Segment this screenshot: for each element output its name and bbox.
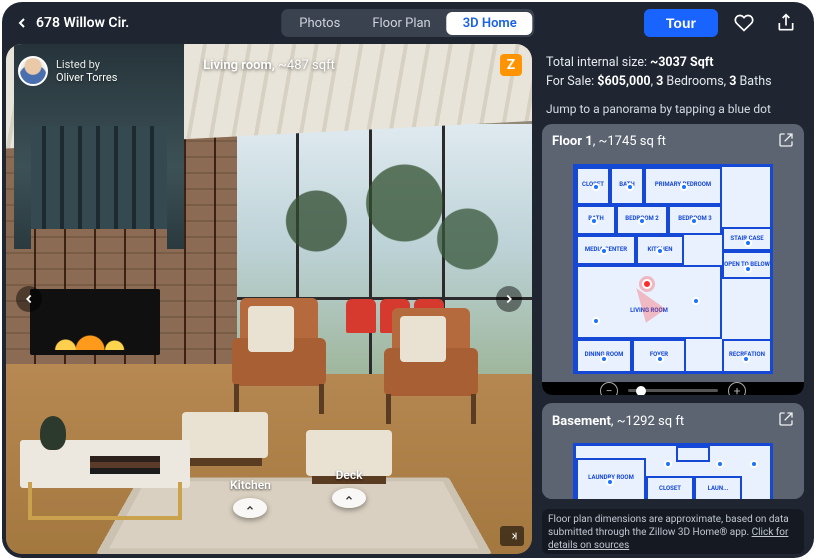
- tab-photos[interactable]: Photos: [283, 12, 356, 35]
- pano-dot[interactable]: [664, 460, 672, 468]
- top-bar: 678 Willow Cir. Photos Floor Plan 3D Hom…: [2, 2, 814, 44]
- chevron-left-icon: [14, 15, 30, 31]
- chevron-left-icon: [22, 292, 36, 306]
- heart-icon: [734, 13, 754, 33]
- tour-button[interactable]: Tour: [644, 9, 718, 37]
- pano-dot[interactable]: [600, 355, 608, 363]
- pano-dot[interactable]: [692, 297, 700, 305]
- zoom-track[interactable]: [628, 389, 718, 392]
- side-panel: Total internal size: ~3037 Sqft For Sale…: [538, 44, 810, 554]
- listed-by-label: Listed by: [56, 58, 117, 71]
- jump-hint: Jump to a panorama by tapping a blue dot: [538, 94, 808, 124]
- floor-area: ~1292 sq ft: [617, 414, 684, 429]
- hotspot-label: Deck: [336, 468, 363, 482]
- hotspot-disc-icon: [233, 498, 267, 518]
- pano-dot[interactable]: [626, 183, 634, 191]
- tab-floorplan[interactable]: Floor Plan: [356, 12, 446, 35]
- favorite-button[interactable]: [728, 7, 760, 39]
- popout-button[interactable]: [778, 411, 794, 431]
- floor-name: Floor 1: [552, 134, 593, 149]
- pano-dot[interactable]: [656, 355, 664, 363]
- pano-dot[interactable]: [680, 183, 688, 191]
- pano-dot[interactable]: [750, 460, 758, 468]
- zoom-out-button[interactable]: −: [600, 382, 618, 396]
- pano-dot[interactable]: [744, 265, 752, 273]
- next-pano-button[interactable]: [496, 286, 522, 312]
- app-shell: 678 Willow Cir. Photos Floor Plan 3D Hom…: [2, 2, 814, 558]
- pano-dot[interactable]: [592, 183, 600, 191]
- pano-dot[interactable]: [742, 355, 750, 363]
- zillow-logo: Z: [500, 54, 522, 76]
- pano-dot[interactable]: [592, 317, 600, 325]
- agent-name: Oliver Torres: [56, 71, 117, 84]
- share-icon: [776, 13, 796, 33]
- pano-dot[interactable]: [638, 217, 646, 225]
- pano-dot[interactable]: [690, 217, 698, 225]
- zoom-slider: − +: [542, 382, 804, 396]
- hotspot-kitchen[interactable]: Kitchen: [230, 478, 271, 518]
- share-button[interactable]: [770, 7, 802, 39]
- current-location-dot: [642, 279, 652, 289]
- pano-dot[interactable]: [744, 239, 752, 247]
- hotspot-disc-icon: [332, 488, 366, 508]
- floor-card-basement: Basement, ~1292 sq ft LAUNDRY ROOM CLOSE…: [542, 403, 804, 499]
- main-content: Listed by Oliver Torres Living room, ~48…: [2, 44, 814, 558]
- hotspot-label: Kitchen: [230, 478, 271, 492]
- zoom-in-button[interactable]: +: [728, 382, 746, 396]
- expand-panel-button[interactable]: [500, 526, 524, 546]
- floor-name: Basement: [552, 414, 611, 429]
- floor-card-1: Floor 1, ~1745 sq ft CLOSET BATH PRIMARY…: [542, 124, 804, 396]
- pano-dot[interactable]: [656, 247, 664, 255]
- chevron-right-icon: [502, 292, 516, 306]
- popout-button[interactable]: [778, 132, 794, 152]
- current-room-label: Living room, ~487 sqft: [203, 58, 335, 73]
- hotspot-deck[interactable]: Deck: [332, 468, 366, 508]
- disclaimer: Floor plan dimensions are approximate, b…: [542, 509, 804, 554]
- listed-by[interactable]: Listed by Oliver Torres: [18, 56, 117, 86]
- prev-pano-button[interactable]: [16, 286, 42, 312]
- floorplan-1[interactable]: CLOSET BATH PRIMARY BEDROOM BATH BEDROOM…: [542, 160, 804, 382]
- floor-area: ~1745 sq ft: [599, 134, 666, 149]
- pano-dot[interactable]: [600, 247, 608, 255]
- pano-dot[interactable]: [716, 460, 724, 468]
- avatar: [18, 56, 48, 86]
- floorplan-basement[interactable]: LAUNDRY ROOM CLOSET LAUN...: [542, 439, 804, 499]
- tab-3d-home[interactable]: 3D Home: [447, 12, 533, 35]
- panorama-view[interactable]: Listed by Oliver Torres Living room, ~48…: [6, 44, 532, 554]
- view-tabs: Photos Floor Plan 3D Home: [281, 9, 534, 37]
- popout-icon: [778, 411, 794, 427]
- back-area[interactable]: 678 Willow Cir.: [14, 15, 129, 31]
- pano-dot[interactable]: [590, 217, 598, 225]
- popout-icon: [778, 132, 794, 148]
- listing-stats: Total internal size: ~3037 Sqft For Sale…: [538, 44, 808, 94]
- address-title: 678 Willow Cir.: [36, 15, 129, 31]
- panel-right-icon: [505, 530, 519, 542]
